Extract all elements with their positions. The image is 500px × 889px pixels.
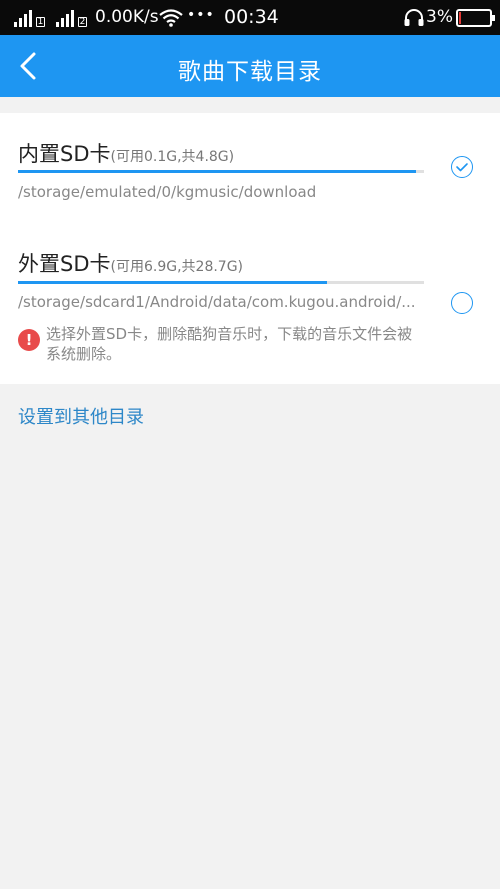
- warning-text: 选择外置SD卡，删除酷狗音乐时，下载的音乐文件会被系统删除。: [46, 325, 413, 363]
- signal-icon: [14, 9, 32, 27]
- page-title: 歌曲下载目录: [178, 59, 322, 85]
- battery-icon: [456, 9, 495, 27]
- sim2-label: 2: [78, 17, 87, 27]
- storage-name-label: 外置SD卡: [18, 252, 111, 276]
- radio-unselected[interactable]: [451, 292, 473, 314]
- battery-percent: 3%: [426, 7, 453, 27]
- warning-icon: !: [18, 329, 40, 351]
- headset-icon: [404, 9, 424, 26]
- storage-usage-fill: [18, 281, 327, 284]
- storage-capacity: (可用6.9G,共28.7G): [110, 259, 244, 275]
- radio-selected[interactable]: [451, 156, 473, 178]
- check-icon: [455, 162, 468, 171]
- storage-path: /storage/sdcard1/Android/data/com.kugou.…: [18, 293, 416, 311]
- net-speed: 0.00K/s: [95, 7, 159, 27]
- storage-name: 内置SD卡(可用0.1G,共4.8G): [18, 138, 234, 168]
- storage-usage-bar: [18, 281, 424, 284]
- storage-name-label: 内置SD卡: [18, 142, 111, 166]
- storage-usage-bar: [18, 170, 424, 173]
- status-bar: 1 2 0.00K/s ••• 00:34 3%: [0, 0, 500, 35]
- clock: 00:34: [224, 6, 279, 28]
- set-other-directory-link[interactable]: 设置到其他目录: [18, 403, 144, 429]
- storage-list: 内置SD卡(可用0.1G,共4.8G) /storage/emulated/0/…: [0, 113, 500, 384]
- storage-capacity: (可用0.1G,共4.8G): [110, 149, 235, 165]
- nav-bar: 歌曲下载目录: [0, 35, 500, 97]
- signal-icon: [56, 9, 74, 27]
- storage-usage-fill: [18, 170, 416, 173]
- more-dots: •••: [187, 7, 215, 23]
- storage-name: 外置SD卡(可用6.9G,共28.7G): [18, 248, 243, 278]
- storage-option-internal[interactable]: 内置SD卡(可用0.1G,共4.8G) /storage/emulated/0/…: [0, 113, 500, 211]
- storage-path: /storage/emulated/0/kgmusic/download: [18, 183, 317, 201]
- sim1-label: 1: [36, 17, 45, 27]
- wifi-icon: [159, 9, 183, 27]
